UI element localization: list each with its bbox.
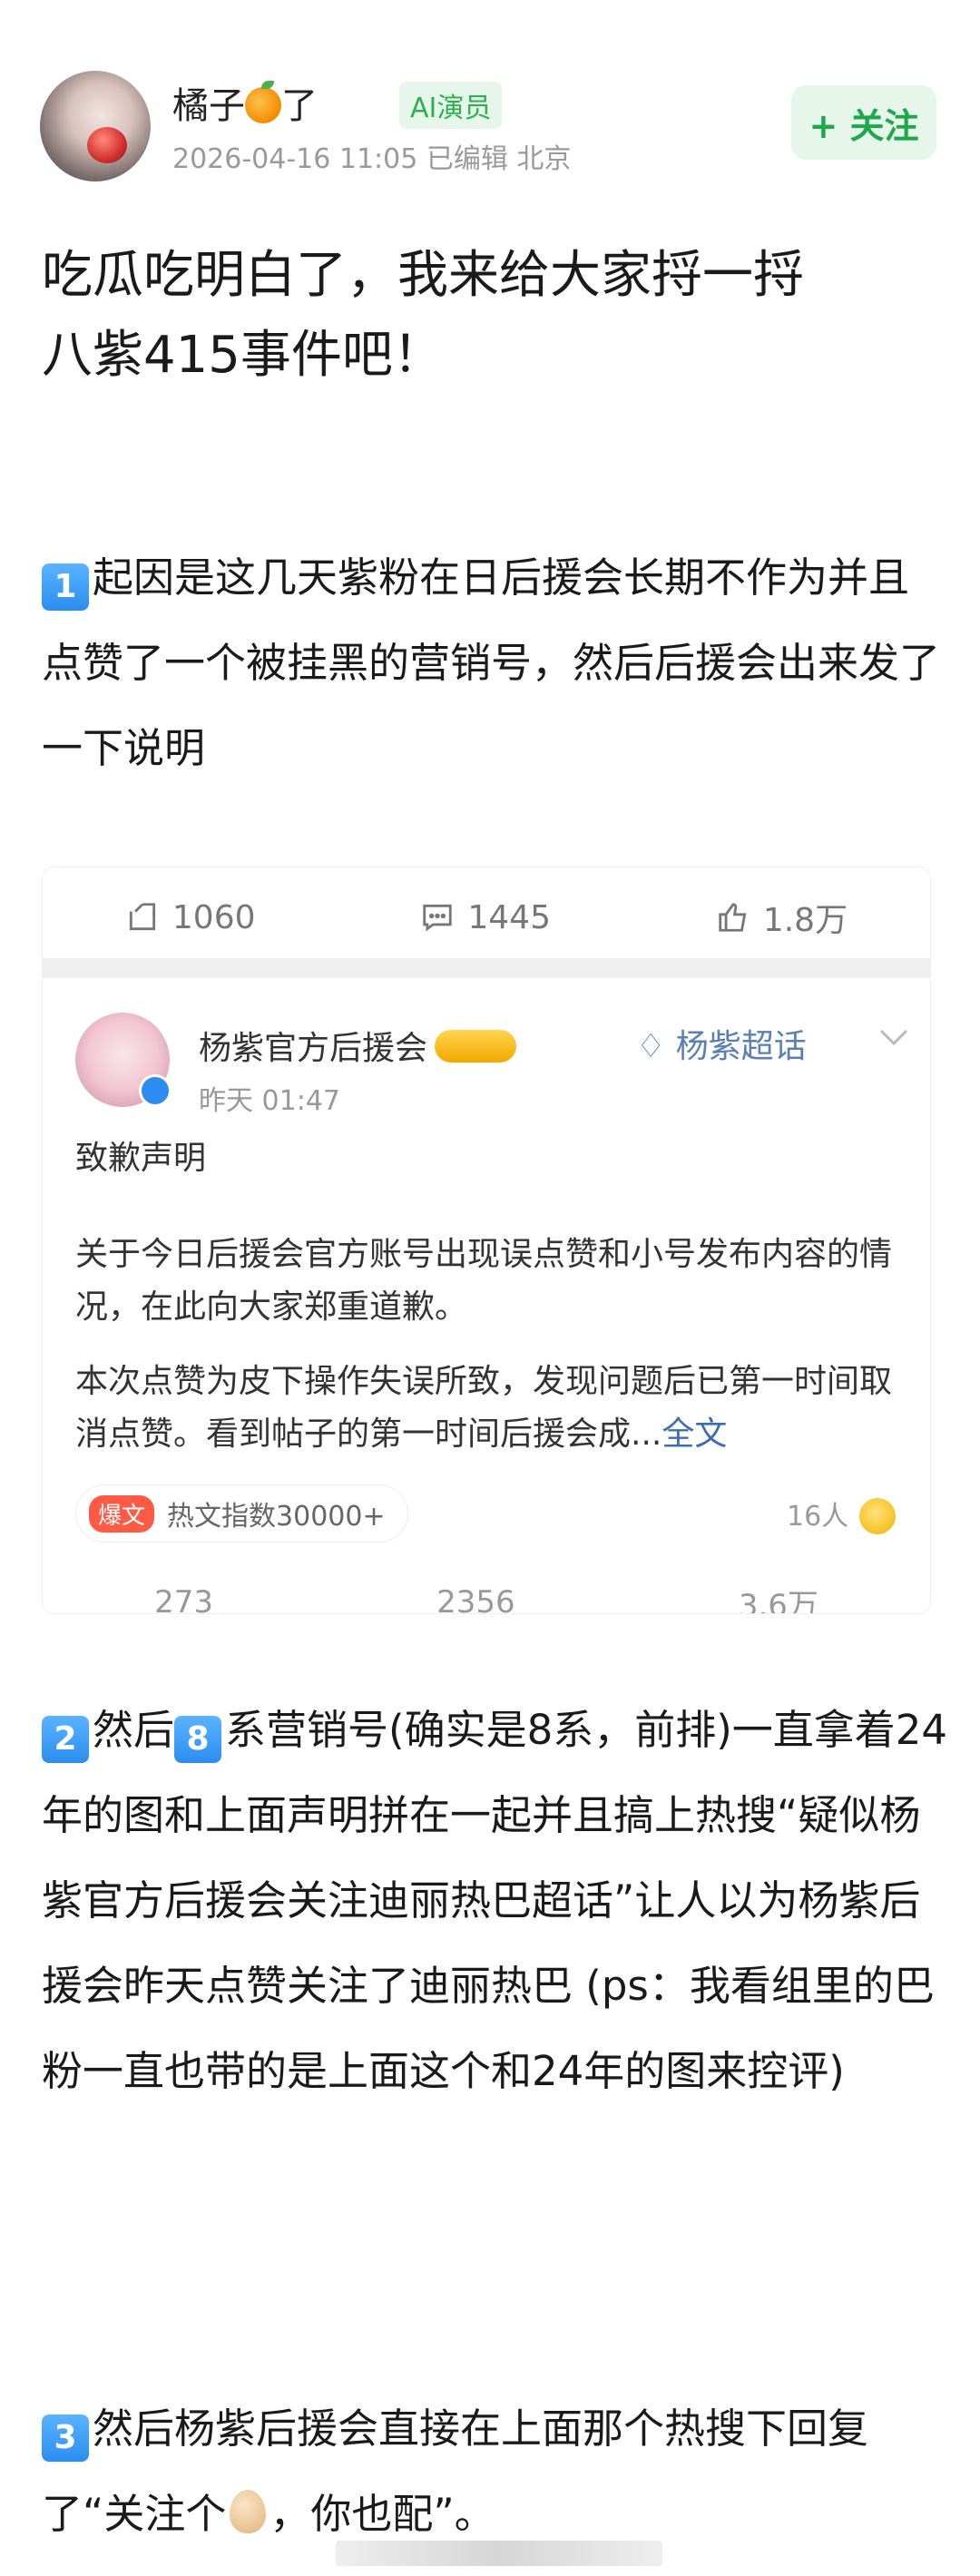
full-text-link[interactable]: 全文 — [662, 1415, 727, 1453]
comment-icon — [423, 904, 453, 932]
action-bar-top: 1060 1445 1.8万 — [43, 886, 930, 949]
watermark — [336, 2541, 662, 2566]
repost-count-bottom[interactable]: 273 — [154, 1584, 213, 1613]
author-name[interactable]: 橘子了 — [172, 76, 318, 129]
follow-button[interactable]: + 关注 — [791, 85, 936, 160]
hot-index-pill[interactable]: 爆文 热文指数30000+ — [75, 1484, 408, 1543]
crown-level-icon — [435, 1030, 517, 1063]
author-avatar[interactable] — [40, 71, 151, 181]
embedded-post-screenshot: 1060 1445 1.8万 杨紫官方后援会 ♢ 杨紫超话 昨天 01:47 致… — [42, 867, 931, 1614]
fanclub-name[interactable]: 杨紫官方后援会 — [199, 1022, 517, 1069]
comment-count-bottom[interactable]: 2356 — [436, 1584, 515, 1613]
ai-actor-badge: AI演员 — [399, 82, 503, 129]
fanclub-avatar[interactable] — [75, 1013, 172, 1107]
repost-icon — [129, 903, 155, 931]
chevron-down-icon[interactable] — [877, 1027, 910, 1053]
hot-tag: 爆文 — [89, 1494, 155, 1533]
like-count-bottom[interactable]: 3.6万 — [739, 1581, 818, 1614]
statement-body-2: 本次点赞为皮下操作失误所致，发现问题后已第一时间取消点赞。看到帖子的第一时间后援… — [75, 1363, 893, 1453]
keycap-2-icon: 2 — [42, 1716, 89, 1763]
orange-emoji-icon — [245, 81, 281, 123]
keycap-3-icon: 3 — [42, 2414, 89, 2462]
thumbs-up-icon — [719, 903, 747, 932]
keycap-1-icon: 1 — [42, 563, 89, 611]
statement-heading: 致歉声明 — [75, 1140, 207, 1177]
action-bar-bottom: 273 2356 3.6万 — [43, 1575, 930, 1614]
paragraph-3: 3 然后杨紫后援会直接在上面那个热搜下回复了“关注个 ，你也配”。 — [42, 2405, 869, 2538]
supertopic-link[interactable]: ♢ 杨紫超话 — [636, 1020, 807, 1067]
post-meta: 2026-04-16 11:05 已编辑 北京 — [172, 143, 572, 175]
paragraph-2: 2 然后 8 系营销号(确实是8系，前排)一直拿着24年的图和上面声明拼在一起并且搞上… — [42, 1706, 948, 2095]
reactions-count[interactable]: 16人 — [787, 1494, 897, 1534]
repost-button[interactable]: 1060 — [125, 899, 256, 936]
verified-icon — [139, 1074, 172, 1107]
smile-emoji-icon — [859, 1498, 897, 1534]
egg-emoji-icon — [230, 2490, 267, 2533]
statement-body-1: 关于今日后援会官方账号出现误点赞和小号发布内容的情况，在此向大家郑重道歉。 — [75, 1236, 893, 1326]
post-title: 吃瓜吃明白了，我来给大家捋一捋 八紫415事件吧！ — [42, 246, 804, 385]
paragraph-1: 1 起因是这几天紫粉在日后援会长期不作为并且点赞了一个被挂黑的营销号，然后后援会出… — [42, 553, 941, 772]
like-button[interactable]: 1.8万 — [716, 894, 848, 941]
keycap-8-icon: 8 — [174, 1716, 222, 1763]
post-time: 昨天 01:47 — [199, 1085, 340, 1117]
section-divider — [43, 958, 930, 978]
comment-button[interactable]: 1445 — [420, 899, 551, 936]
